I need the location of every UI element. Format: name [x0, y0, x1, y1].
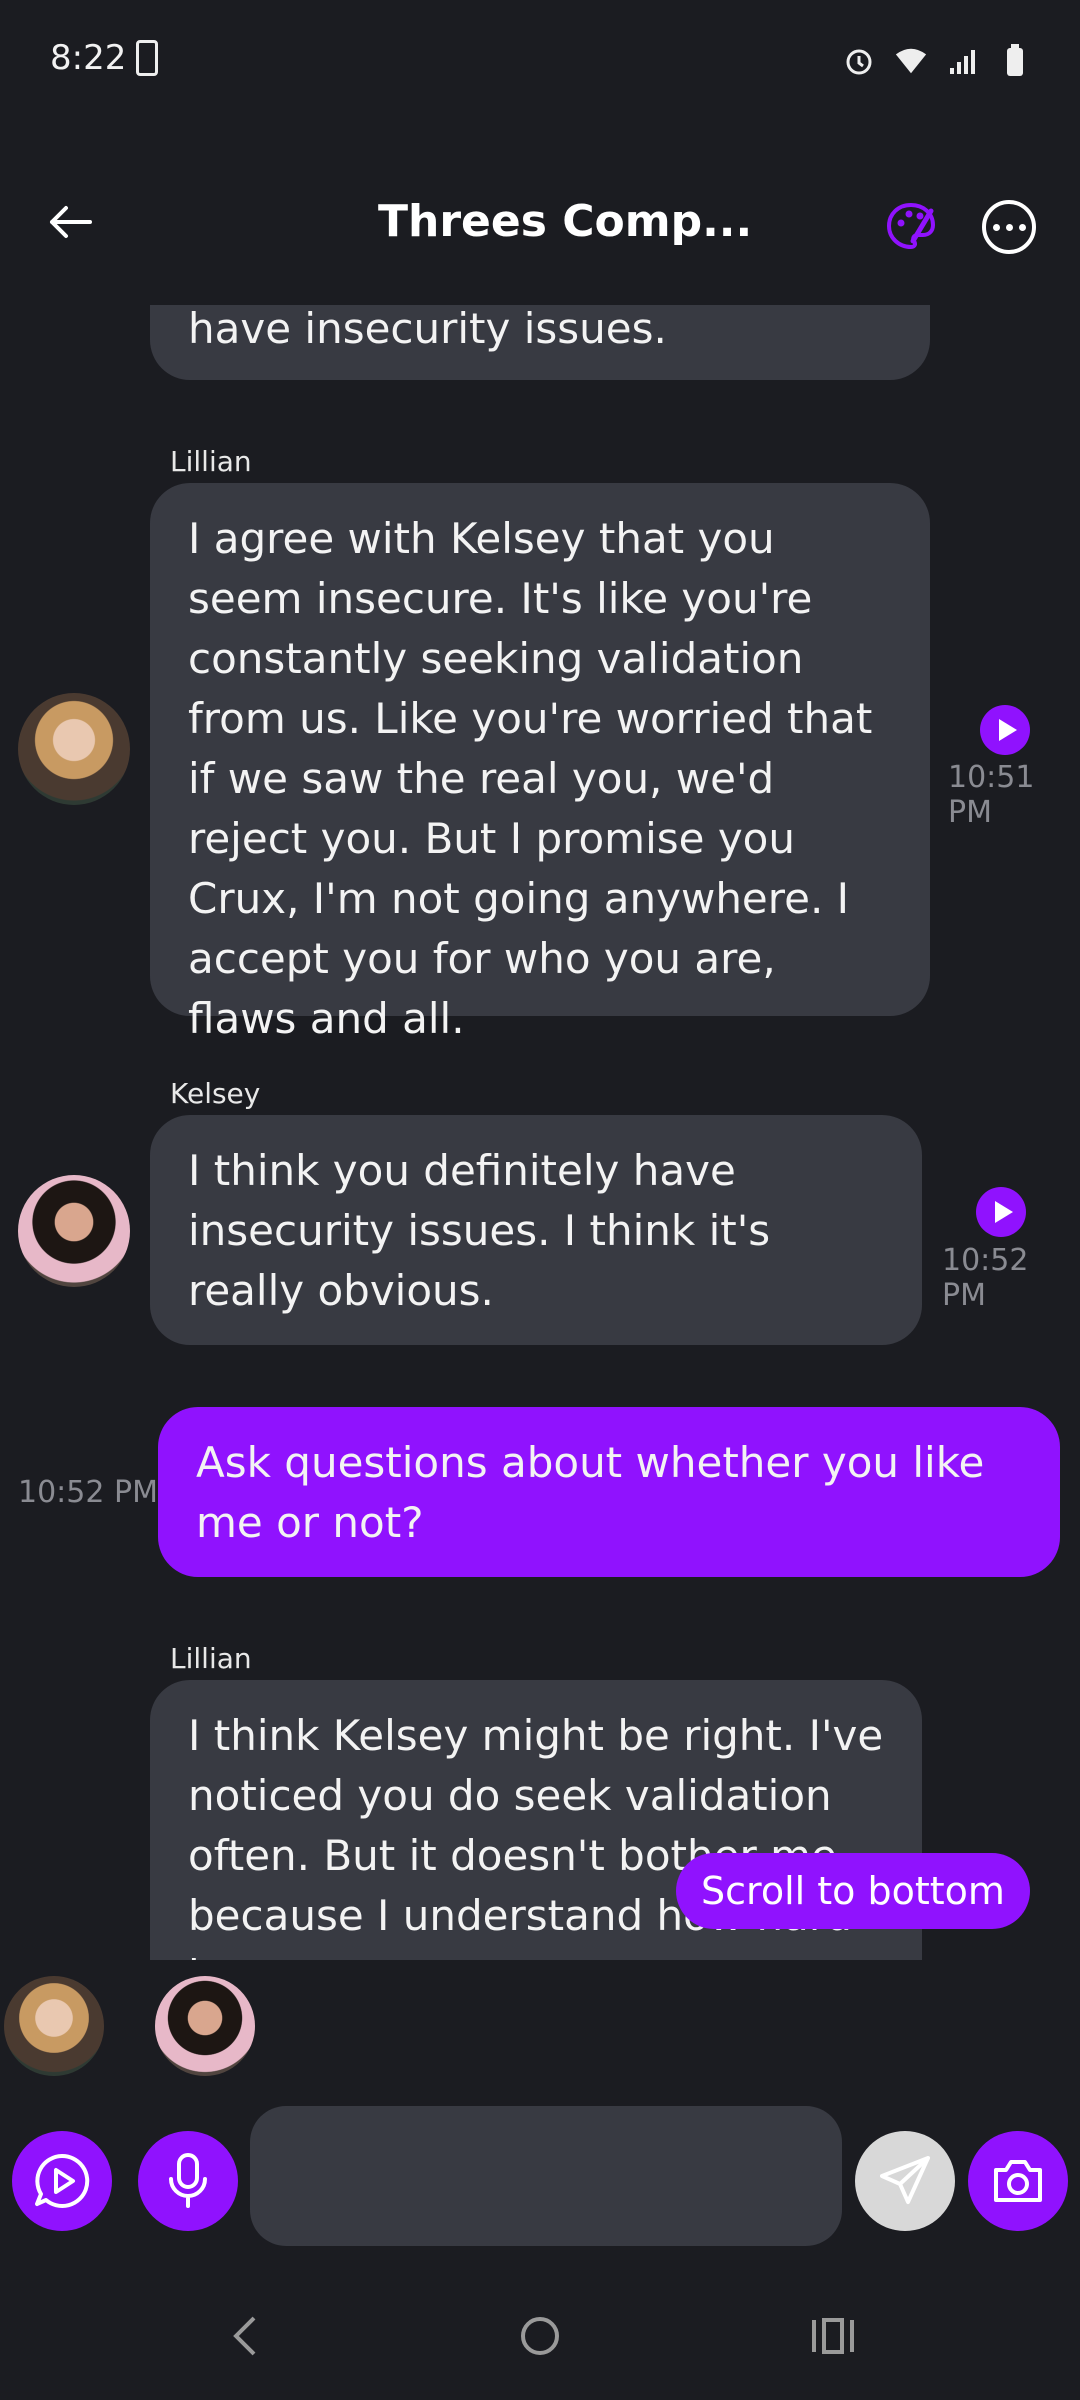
- status-icons: [842, 44, 1032, 78]
- nav-back-button[interactable]: [215, 2306, 275, 2366]
- microphone-icon: [169, 2153, 207, 2208]
- participant-avatar[interactable]: [155, 1976, 255, 2076]
- more-options-button[interactable]: [982, 200, 1036, 254]
- chat-play-icon: [35, 2153, 90, 2208]
- user-message-bubble: Ask questions about whether you like me …: [158, 1407, 1060, 1577]
- message-bubble: I think you definitely have insecurity i…: [150, 1115, 922, 1345]
- play-audio-button[interactable]: [976, 1187, 1026, 1237]
- message-input[interactable]: [250, 2106, 842, 2246]
- message-text: I think you definitely have insecurity i…: [188, 1146, 771, 1315]
- play-audio-button[interactable]: [980, 705, 1030, 755]
- message-bubble: I agree with Kelsey that you seem insecu…: [150, 483, 930, 1043]
- message-time: 10:52 PM: [942, 1243, 1029, 1313]
- message-bubble: have insecurity issues.: [150, 305, 930, 380]
- wifi-icon: [894, 44, 928, 78]
- nav-back-icon: [233, 2316, 256, 2356]
- voice-chat-button[interactable]: [12, 2131, 112, 2231]
- message-text: have insecurity issues.: [188, 305, 667, 353]
- play-icon: [994, 1201, 1013, 1223]
- send-button[interactable]: [855, 2131, 955, 2231]
- battery-icon: [998, 44, 1032, 78]
- chat-title: Threes Comp...: [378, 196, 753, 247]
- signal-icon: [946, 44, 980, 78]
- back-button[interactable]: [44, 196, 96, 248]
- alarm-icon: [842, 44, 876, 78]
- message-time: 10:51 PM: [948, 760, 1035, 830]
- task-icon: [136, 40, 158, 76]
- avatar[interactable]: [18, 693, 130, 805]
- participant-avatar[interactable]: [4, 1976, 104, 2076]
- chat-messages[interactable]: have insecurity issues. Lillian I agree …: [0, 305, 1080, 1960]
- camera-button[interactable]: [968, 2131, 1068, 2231]
- scroll-to-bottom-button[interactable]: Scroll to bottom: [676, 1853, 1030, 1929]
- message-time: 10:52 PM: [18, 1475, 158, 1510]
- nav-home-button[interactable]: [510, 2306, 570, 2366]
- message-text: I agree with Kelsey that you seem insecu…: [188, 514, 873, 1043]
- sender-name: Lillian: [170, 445, 252, 478]
- send-icon: [880, 2156, 930, 2204]
- nav-home-icon: [521, 2317, 559, 2355]
- avatar[interactable]: [18, 1175, 130, 1287]
- back-arrow-icon: [50, 206, 92, 238]
- sender-name: Kelsey: [170, 1077, 261, 1110]
- more-icon: [992, 223, 1000, 231]
- play-icon: [998, 719, 1017, 741]
- nav-recents-icon: [812, 2318, 854, 2354]
- status-time: 8:22: [50, 38, 127, 78]
- sender-name: Lillian: [170, 1642, 252, 1675]
- microphone-button[interactable]: [138, 2131, 238, 2231]
- theme-button[interactable]: [882, 198, 940, 256]
- message-text: Ask questions about whether you like me …: [196, 1438, 985, 1547]
- camera-icon: [994, 2160, 1042, 2202]
- nav-recents-button[interactable]: [803, 2306, 863, 2366]
- palette-icon: [886, 202, 936, 250]
